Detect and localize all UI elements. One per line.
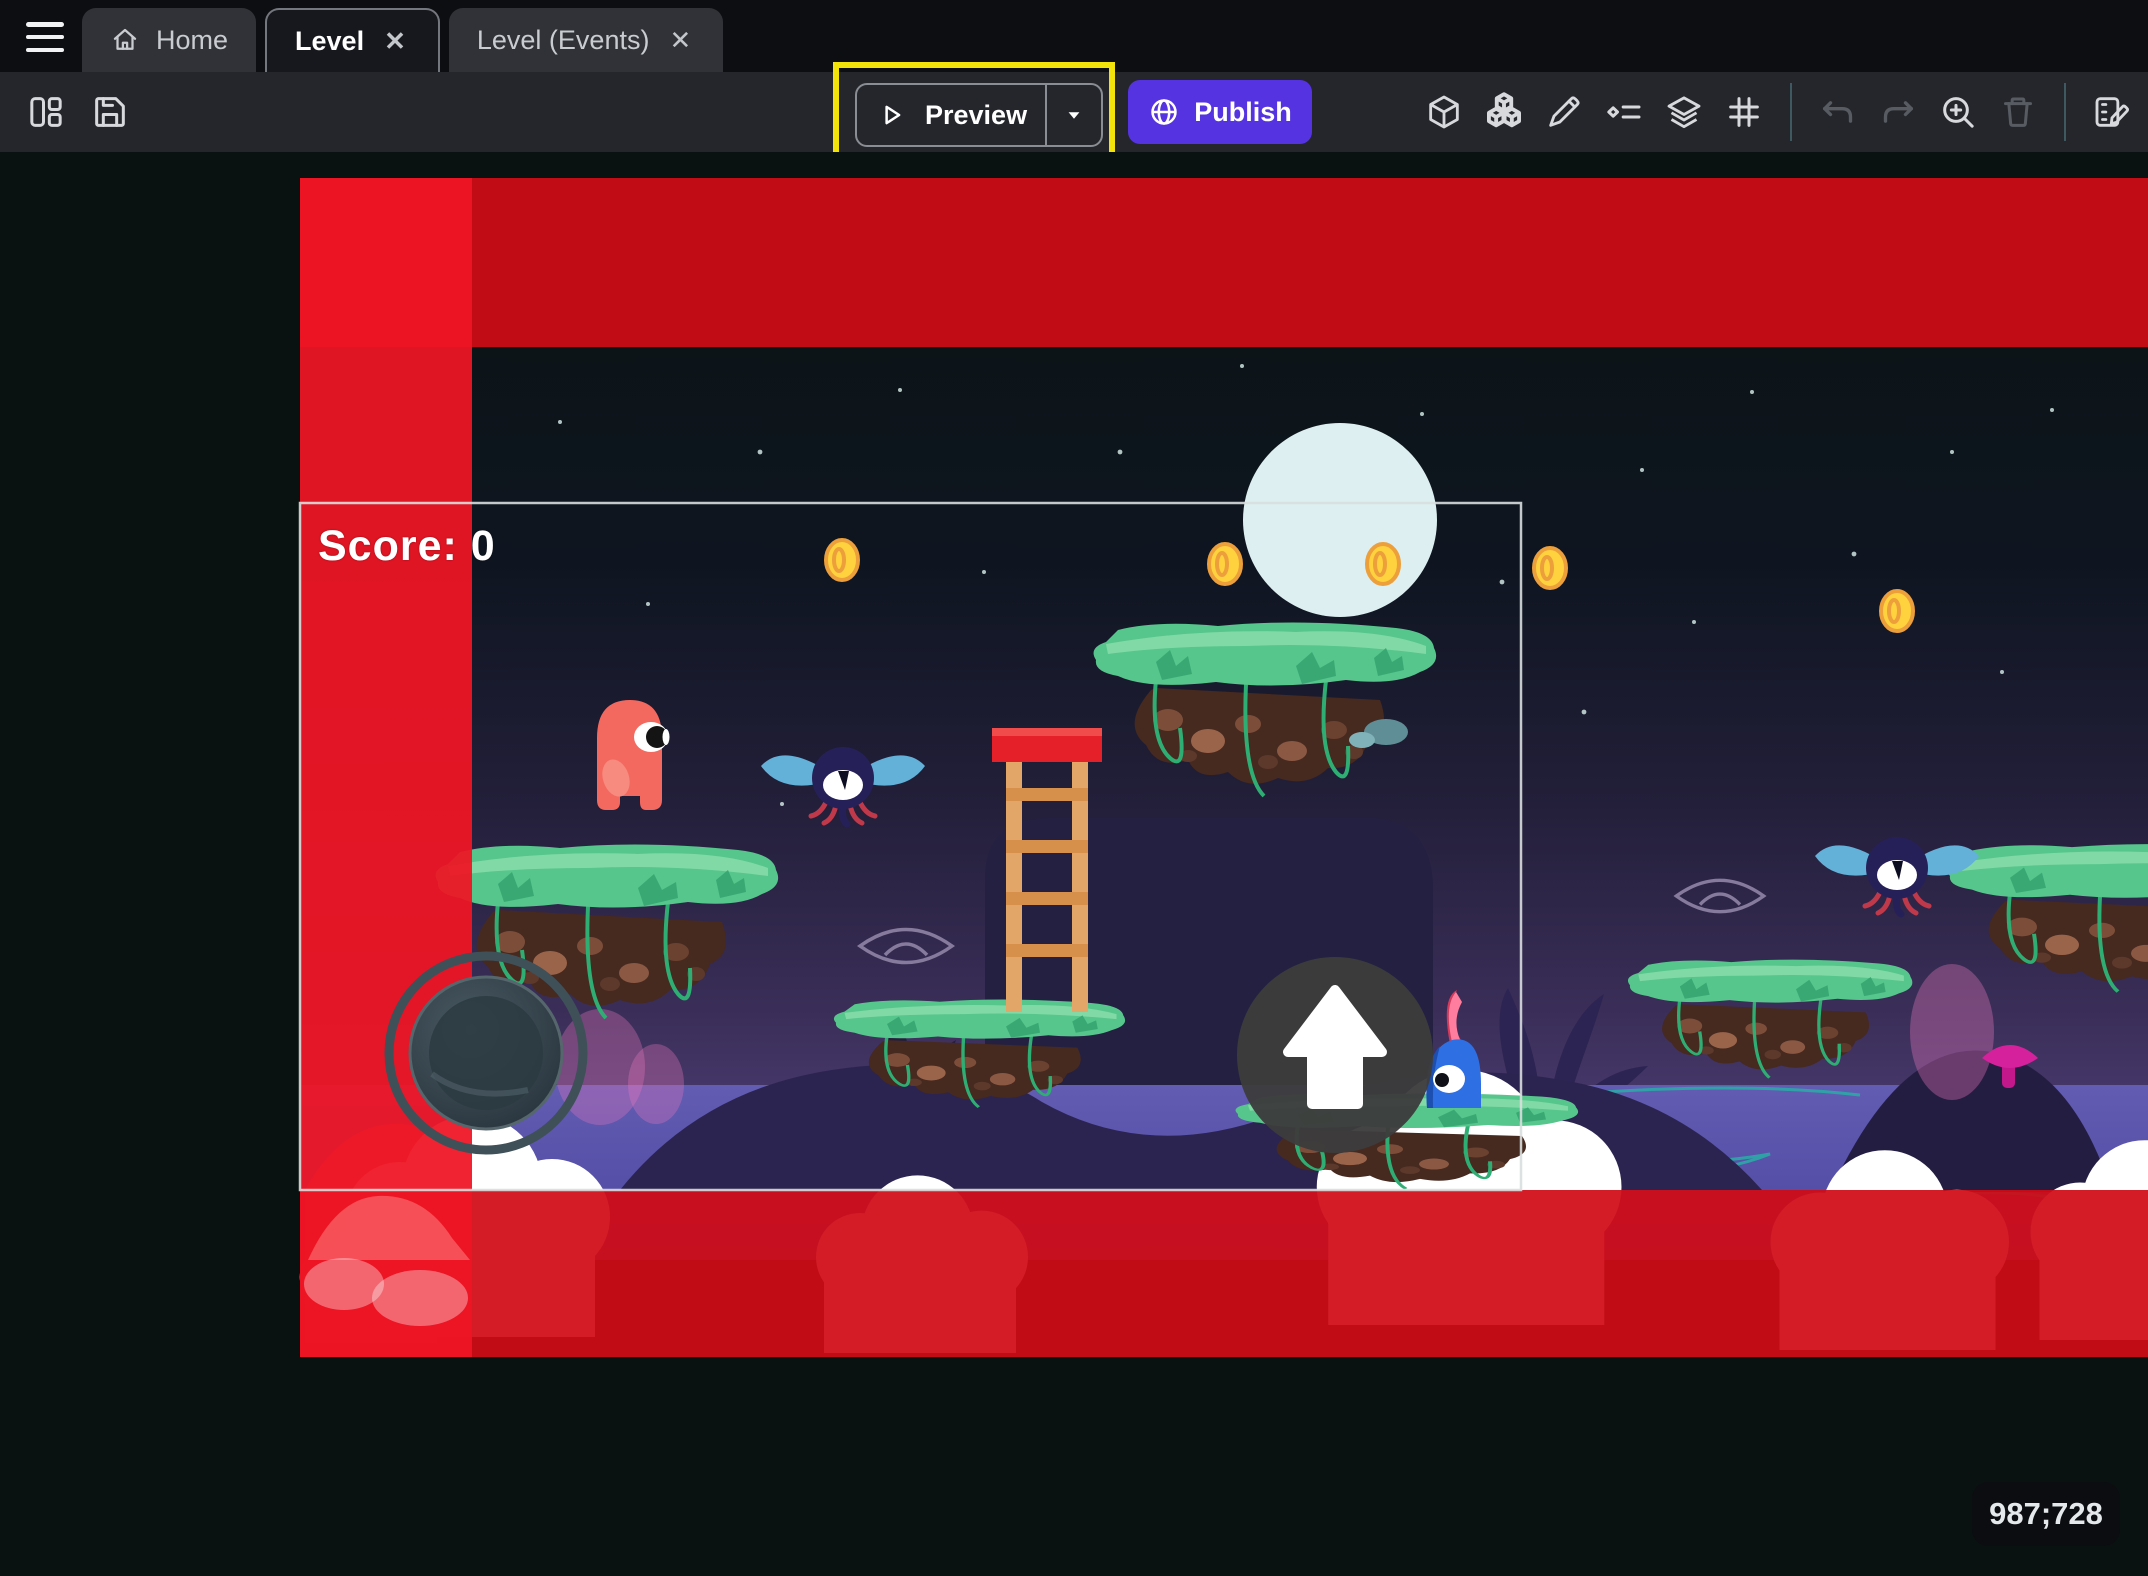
preview-dropdown-button[interactable] [1047, 102, 1101, 128]
save-icon[interactable] [90, 92, 130, 132]
tab-level[interactable]: Level ✕ [265, 8, 440, 72]
play-icon [876, 100, 906, 130]
layers-icon[interactable] [1664, 92, 1704, 132]
redo-icon[interactable] [1878, 92, 1918, 132]
preview-highlight-box: Preview [833, 62, 1115, 162]
cursor-coordinates: 987;728 [1972, 1482, 2120, 1546]
red-bound-top [300, 178, 2148, 347]
grid-icon[interactable] [1724, 92, 1764, 132]
trash-icon[interactable] [1998, 92, 2038, 132]
3d-box-icon[interactable] [1424, 92, 1464, 132]
preview-label: Preview [925, 100, 1045, 131]
tab-level-events[interactable]: Level (Events) ✕ [449, 8, 723, 72]
pencil-icon[interactable] [1544, 92, 1584, 132]
undo-icon[interactable] [1818, 92, 1858, 132]
tab-home[interactable]: Home [82, 8, 256, 72]
gdevelop-editor: Home Level ✕ Level (Events) ✕ [0, 0, 2148, 1576]
level-artwork [0, 152, 2148, 1576]
tab-label: Level (Events) [477, 25, 650, 56]
score-text: Score: 0 [318, 522, 496, 571]
home-icon [110, 25, 140, 55]
toolbar-divider [2064, 83, 2066, 141]
close-tab-icon[interactable]: ✕ [665, 23, 695, 58]
jump-button[interactable] [1237, 957, 1433, 1153]
close-tab-icon[interactable]: ✕ [380, 24, 410, 59]
globe-icon [1148, 96, 1180, 128]
publish-label: Publish [1194, 97, 1292, 128]
tab-label: Level [295, 26, 364, 57]
main-toolbar: Preview Publish [0, 72, 2148, 152]
zoom-in-icon[interactable] [1938, 92, 1978, 132]
red-bound-left [300, 178, 472, 1357]
joystick-control[interactable] [389, 956, 583, 1150]
hamburger-menu-icon[interactable] [26, 22, 64, 52]
publish-button[interactable]: Publish [1128, 80, 1312, 144]
red-bound-bottom [300, 1190, 2148, 1357]
instances-icon[interactable] [1484, 92, 1524, 132]
preview-button[interactable]: Preview [855, 83, 1103, 147]
caret-down-icon [1061, 102, 1087, 128]
panels-icon[interactable] [26, 92, 66, 132]
moon [1243, 423, 1437, 617]
scene-canvas[interactable]: Score: 0 987;728 [0, 152, 2148, 1576]
properties-list-icon[interactable] [1604, 92, 1644, 132]
tab-strip: Home Level ✕ Level (Events) ✕ [82, 0, 723, 72]
tab-label: Home [156, 25, 228, 56]
toolbar-divider [1790, 83, 1792, 141]
events-sheet-icon[interactable] [2092, 92, 2132, 132]
